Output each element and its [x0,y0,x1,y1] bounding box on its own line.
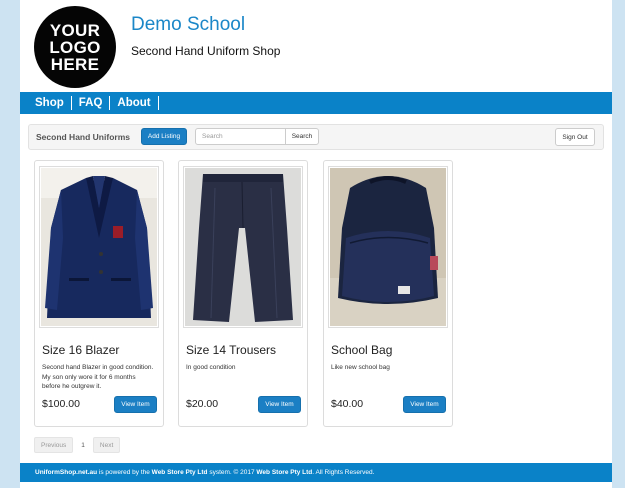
footer: UniformShop.net.au is powered by the Web… [20,463,612,482]
footer-site-link[interactable]: UniformShop.net.au [35,469,97,476]
footer-company-link-2[interactable]: Web Store Pty Ltd [256,469,312,476]
sign-out-button[interactable]: Sign Out [555,128,595,146]
trousers-photo[interactable] [183,166,303,328]
view-item-button[interactable]: View Item [258,396,301,413]
page-number[interactable]: 1 [73,442,93,449]
footer-text: UniformShop.net.au is powered by the Web… [35,469,374,476]
listing-description: Second hand Blazer in good condition. My… [42,364,154,390]
backpack-photo[interactable] [328,166,448,328]
footer-text-3: . All Rights Reserved. [312,469,375,476]
footer-text-1: is powered by the [97,469,152,476]
shop-brand[interactable]: Second Hand Uniforms [36,132,130,142]
view-item-button[interactable]: View Item [403,396,446,413]
search-input[interactable] [195,128,286,145]
search-button[interactable]: Search [285,128,319,145]
listing-title[interactable]: Size 14 Trousers [186,343,276,357]
listing-description: Like new school bag [331,364,390,371]
listing-description: In good condition [186,364,236,371]
listing-price: $20.00 [186,398,219,410]
listing-card: Size 16 Blazer Second hand Blazer in goo… [34,160,164,427]
main-nav: Shop FAQ About [20,92,612,114]
footer-company-link[interactable]: Web Store Pty Ltd [152,469,208,476]
page: YOUR LOGO HERE Demo School Second Hand U… [20,0,612,488]
school-tagline: Second Hand Uniform Shop [131,44,281,58]
school-name: Demo School [131,14,246,35]
nav-item-about[interactable]: About [110,96,159,110]
logo-line-3: HERE [50,54,100,74]
previous-page-button[interactable]: Previous [34,437,74,453]
listing-title[interactable]: Size 16 Blazer [42,343,119,357]
footer-text-2: system. © 2017 [207,469,257,476]
listing-card: Size 14 Trousers In good condition $20.0… [178,160,308,427]
logo-line-2: LOGO [49,37,101,57]
pagination: Previous 1 Next [34,437,121,453]
listing-card: School Bag Like new school bag $40.00 Vi… [323,160,453,427]
listing-price: $100.00 [42,398,80,410]
logo-line-1: YOUR [49,20,101,40]
nav-item-shop[interactable]: Shop [28,96,72,110]
blazer-photo[interactable] [39,166,159,328]
listing-price: $40.00 [331,398,364,410]
add-listing-button[interactable]: Add Listing [141,128,187,145]
shop-toolbar: Second Hand Uniforms Add Listing Search … [28,124,604,150]
school-logo[interactable]: YOUR LOGO HERE [34,6,116,88]
next-page-button[interactable]: Next [92,437,121,453]
view-item-button[interactable]: View Item [114,396,157,413]
listing-title[interactable]: School Bag [331,343,392,357]
nav-item-faq[interactable]: FAQ [72,96,111,110]
